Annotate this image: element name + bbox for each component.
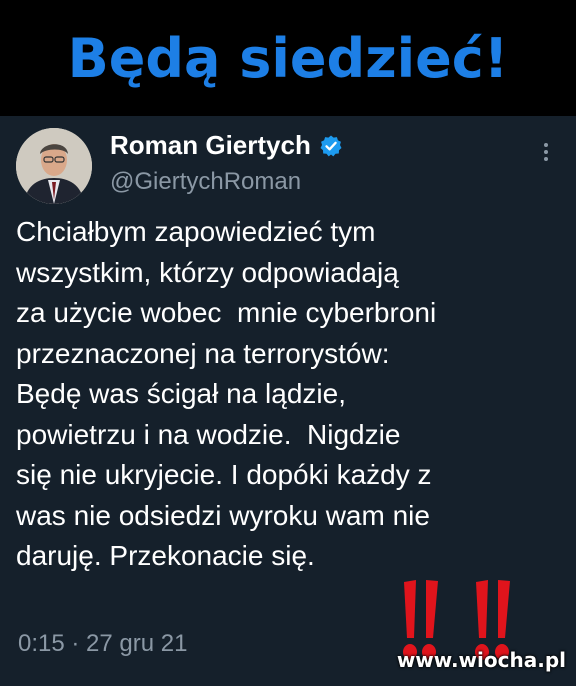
author-row: Roman Giertych xyxy=(110,130,343,161)
avatar[interactable] xyxy=(16,128,92,204)
tweet-card: Roman Giertych @GiertychRoman Chciałbym … xyxy=(0,116,576,686)
verified-badge-icon xyxy=(319,134,343,158)
author-name[interactable]: Roman Giertych xyxy=(110,130,311,161)
tweet-timestamp[interactable]: 0:15 · 27 gru 21 xyxy=(18,630,187,658)
avatar-portrait-icon xyxy=(16,128,92,204)
watermark: www.wiocha.pl xyxy=(396,648,566,672)
headline-title: Będą siedzieć! xyxy=(67,26,509,90)
more-options-icon[interactable] xyxy=(538,140,554,170)
tweet-text: Chciałbym zapowiedzieć tym wszystkim, kt… xyxy=(16,216,437,571)
author-handle[interactable]: @GiertychRoman xyxy=(110,168,301,196)
